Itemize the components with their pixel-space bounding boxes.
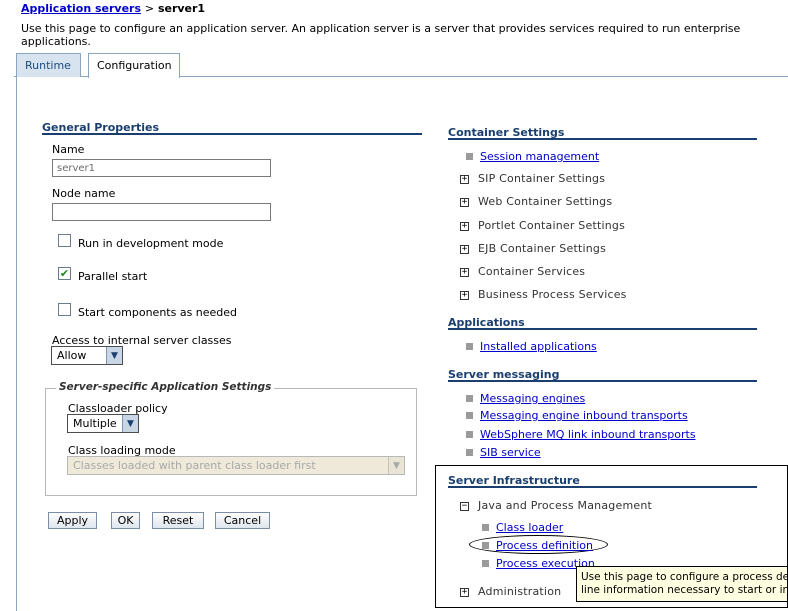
bullet-icon: [466, 153, 473, 160]
messaging-engines-link[interactable]: Messaging engines: [480, 392, 585, 405]
tooltip-line-1: Use this page to configure a process def…: [581, 571, 788, 583]
parallel-start-label: Parallel start: [78, 270, 148, 283]
web-container-settings[interactable]: Web Container Settings: [478, 195, 612, 208]
checkmark-icon: ✔: [59, 267, 70, 280]
ejb-container-settings[interactable]: EJB Container Settings: [478, 242, 606, 255]
container-services[interactable]: Container Services: [478, 265, 585, 278]
bullet-icon: [482, 542, 489, 549]
portlet-container-settings[interactable]: Portlet Container Settings: [478, 219, 625, 232]
expand-icon[interactable]: +: [460, 268, 469, 277]
apply-button[interactable]: Apply: [48, 512, 97, 529]
bullet-icon: [482, 560, 489, 567]
bullet-icon: [466, 449, 473, 456]
tab-runtime[interactable]: Runtime: [16, 53, 81, 77]
ok-button[interactable]: OK: [111, 512, 140, 529]
run-dev-mode-label: Run in development mode: [78, 237, 224, 250]
expand-icon[interactable]: +: [460, 198, 469, 207]
general-properties-divider: [42, 133, 422, 135]
classloader-policy-select[interactable]: Multiple ▼: [67, 414, 139, 433]
tooltip-line-2: line information necessary to start or i…: [581, 584, 787, 596]
tab-configuration[interactable]: Configuration: [88, 53, 180, 78]
expand-icon[interactable]: +: [460, 291, 469, 300]
installed-applications-link[interactable]: Installed applications: [480, 340, 597, 353]
page-description: Use this page to configure an applicatio…: [21, 22, 741, 48]
breadcrumb-application-servers-link[interactable]: Application servers: [21, 2, 141, 15]
session-management-link[interactable]: Session management: [480, 150, 599, 163]
run-dev-mode-checkbox[interactable]: [58, 234, 71, 247]
expand-icon[interactable]: +: [460, 175, 469, 184]
name-field[interactable]: [52, 159, 271, 177]
breadcrumb: Application servers > server1: [21, 2, 205, 15]
bullet-icon: [482, 524, 489, 531]
websphere-mq-link-inbound-transports-link[interactable]: WebSphere MQ link inbound transports: [480, 428, 696, 441]
business-process-services[interactable]: Business Process Services: [478, 288, 627, 301]
chevron-down-icon: ▼: [122, 415, 138, 432]
bullet-icon: [466, 343, 473, 350]
access-select-value: Allow: [57, 349, 87, 362]
applications-divider: [448, 328, 757, 330]
name-label: Name: [52, 143, 85, 156]
messaging-engine-inbound-transports-link[interactable]: Messaging engine inbound transports: [480, 409, 688, 422]
collapse-icon[interactable]: −: [460, 502, 469, 511]
bullet-icon: [466, 431, 473, 438]
access-internal-classes-select[interactable]: Allow ▼: [51, 346, 123, 365]
class-loader-link[interactable]: Class loader: [496, 521, 563, 534]
reset-button[interactable]: Reset: [152, 512, 204, 529]
chevron-down-icon: ▼: [388, 457, 404, 474]
class-loading-mode-value: Classes loaded with parent class loader …: [73, 459, 316, 472]
java-process-management[interactable]: Java and Process Management: [478, 499, 652, 512]
process-definition-link[interactable]: Process definition: [496, 539, 593, 552]
process-definition-tooltip: Use this page to configure a process def…: [576, 566, 788, 602]
sip-container-settings[interactable]: SIP Container Settings: [478, 172, 605, 185]
cancel-button[interactable]: Cancel: [215, 512, 270, 529]
parallel-start-checkbox[interactable]: ✔: [58, 267, 71, 280]
node-name-label: Node name: [52, 187, 116, 200]
bullet-icon: [466, 395, 473, 402]
breadcrumb-current: server1: [157, 2, 206, 15]
class-loading-mode-select: Classes loaded with parent class loader …: [67, 456, 405, 475]
administration[interactable]: Administration: [478, 585, 561, 598]
breadcrumb-separator: >: [144, 2, 155, 15]
expand-icon[interactable]: +: [460, 222, 469, 231]
expand-icon[interactable]: +: [460, 245, 469, 254]
container-settings-divider: [448, 138, 757, 140]
sib-service-link[interactable]: SIB service: [480, 446, 541, 459]
chevron-down-icon: ▼: [106, 347, 122, 364]
start-components-label: Start components as needed: [78, 306, 238, 319]
server-specific-settings-legend: Server-specific Application Settings: [56, 381, 275, 393]
node-name-field[interactable]: [52, 203, 271, 221]
server-infrastructure-divider: [448, 486, 757, 488]
server-messaging-divider: [448, 380, 757, 382]
start-components-checkbox[interactable]: [58, 303, 71, 316]
classloader-policy-value: Multiple: [73, 417, 117, 430]
expand-icon[interactable]: +: [460, 588, 469, 597]
bullet-icon: [466, 412, 473, 419]
